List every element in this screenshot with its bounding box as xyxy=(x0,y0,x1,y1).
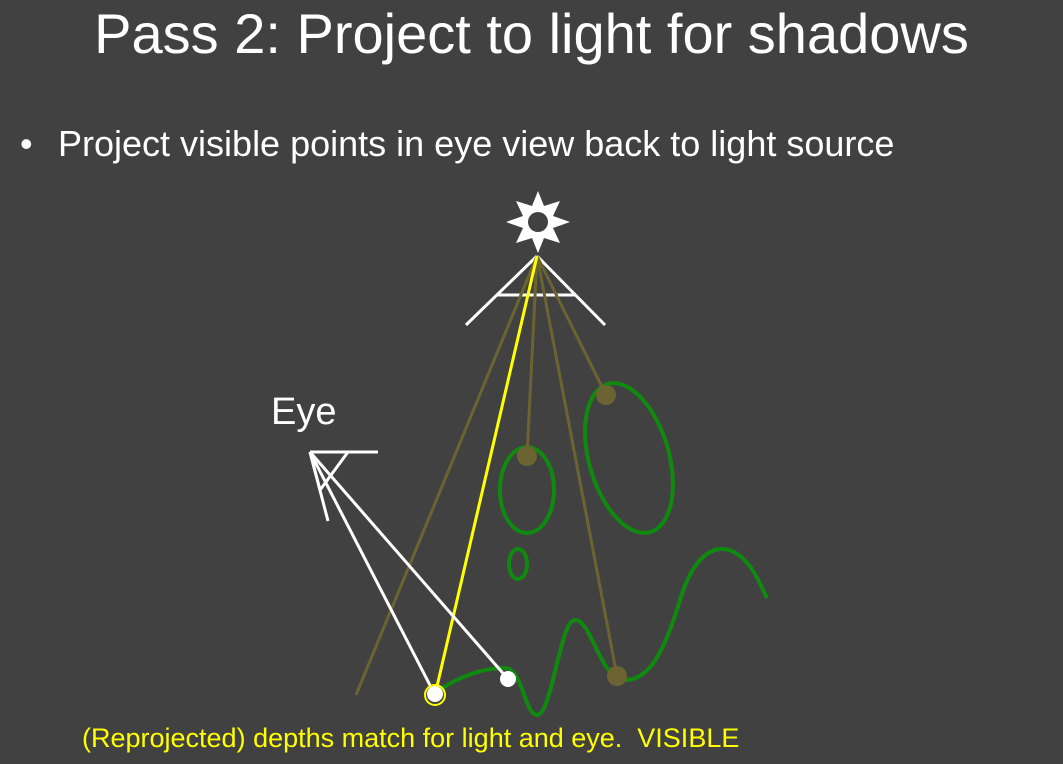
shadow-map-diagram xyxy=(308,191,769,718)
eye-label: Eye xyxy=(271,391,337,433)
ground-curve xyxy=(433,547,769,718)
sphere-tiny xyxy=(507,547,529,581)
scene-geometry xyxy=(433,381,769,718)
projection-ray xyxy=(433,255,539,696)
visible-point xyxy=(427,686,443,702)
sun-icon xyxy=(506,191,570,253)
caption: (Reprojected) depths match for light and… xyxy=(82,723,740,753)
eye-hit-point xyxy=(500,671,516,687)
eye-rays xyxy=(308,451,510,696)
